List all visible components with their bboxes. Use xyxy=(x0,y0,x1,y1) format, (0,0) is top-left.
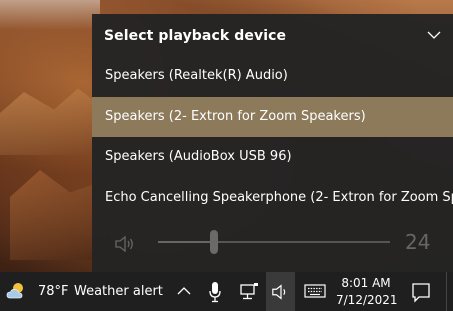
flyout-title: Select playback device xyxy=(104,28,287,44)
taskbar: 78°F Weather alert 8:01 AM 7/12/2021 xyxy=(0,272,453,311)
speaker-tray-button[interactable] xyxy=(266,272,295,311)
volume-value: 24 xyxy=(405,230,431,254)
volume-slider-fill xyxy=(158,241,214,243)
speaker-icon xyxy=(272,284,286,300)
clock-time: 8:01 AM xyxy=(341,276,391,290)
weather-temperature[interactable]: 78°F xyxy=(38,284,69,299)
chevron-up-icon[interactable] xyxy=(177,284,191,298)
microphone-icon[interactable] xyxy=(208,281,222,303)
wallpaper-sky xyxy=(0,0,100,30)
chevron-down-icon[interactable] xyxy=(427,28,441,42)
device-option[interactable]: Echo Cancelling Speakerphone (2- Extron … xyxy=(92,178,453,218)
taskbar-clock[interactable]: 8:01 AM 7/12/2021 xyxy=(336,275,398,309)
speaker-mute-toggle-icon[interactable] xyxy=(114,234,136,254)
playback-device-flyout: Select playback device Speakers (Realtek… xyxy=(92,14,453,272)
weather-alert[interactable]: Weather alert xyxy=(74,284,163,299)
network-icon[interactable] xyxy=(239,282,259,302)
device-option-selected[interactable]: Speakers (2- Extron for Zoom Speakers) xyxy=(92,97,453,137)
keyboard-icon[interactable] xyxy=(304,283,326,299)
volume-slider-thumb[interactable] xyxy=(209,230,218,254)
clock-date: 7/12/2021 xyxy=(336,293,398,307)
show-desktop-button[interactable] xyxy=(446,272,453,311)
volume-slider[interactable] xyxy=(158,230,390,254)
notification-icon[interactable] xyxy=(410,281,432,303)
device-option[interactable]: Speakers (Realtek(R) Audio) xyxy=(92,56,453,96)
device-option[interactable]: Speakers (AudioBox USB 96) xyxy=(92,137,453,177)
partly-cloudy-icon[interactable] xyxy=(6,281,28,301)
flyout-header[interactable]: Select playback device xyxy=(92,14,453,58)
